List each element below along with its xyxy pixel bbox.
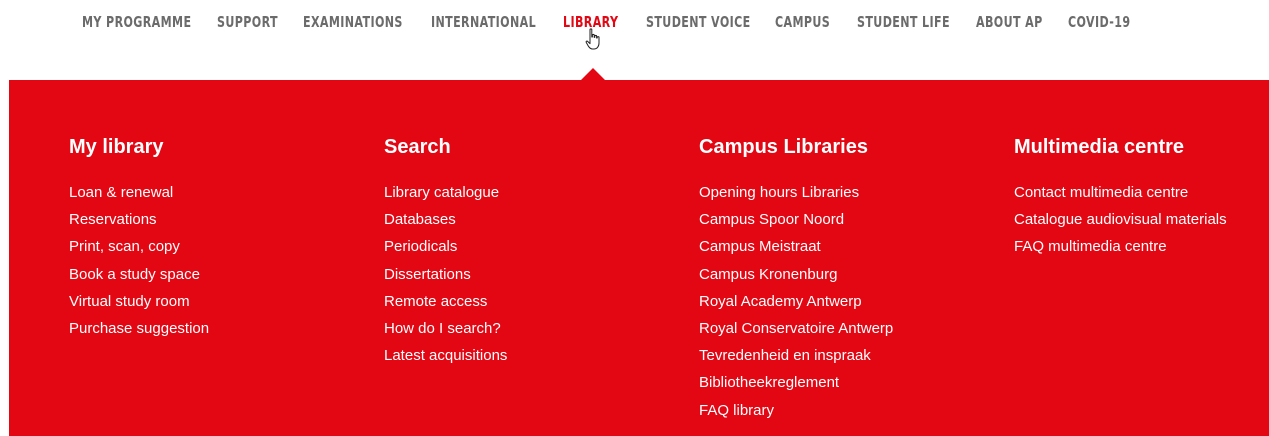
- nav-item-campus[interactable]: CAMPUS: [775, 13, 830, 31]
- menu-link[interactable]: Book a study space: [69, 261, 209, 288]
- menu-link[interactable]: Campus Meistraat: [699, 233, 893, 260]
- link-list: Library catalogue Databases Periodicals …: [384, 179, 507, 369]
- menu-link[interactable]: Campus Spoor Noord: [699, 206, 893, 233]
- nav-item-support[interactable]: SUPPORT: [217, 13, 278, 31]
- menu-link[interactable]: Royal Conservatoire Antwerp: [699, 315, 893, 342]
- menu-column-campus-libraries: Campus Libraries Opening hours Libraries…: [699, 134, 893, 424]
- menu-link[interactable]: FAQ multimedia centre: [1014, 233, 1227, 260]
- link-list: Opening hours Libraries Campus Spoor Noo…: [699, 179, 893, 424]
- main-navigation: MY PROGRAMME SUPPORT EXAMINATIONS INTERN…: [0, 0, 1269, 70]
- menu-link[interactable]: How do I search?: [384, 315, 507, 342]
- menu-link[interactable]: Catalogue audiovisual materials: [1014, 206, 1227, 233]
- nav-item-covid-19[interactable]: COVID-19: [1068, 13, 1130, 31]
- column-heading: Search: [384, 136, 451, 158]
- menu-link[interactable]: Virtual study room: [69, 288, 209, 315]
- nav-item-about-ap[interactable]: ABOUT AP: [976, 13, 1043, 31]
- menu-link[interactable]: Royal Academy Antwerp: [699, 288, 893, 315]
- link-list: Loan & renewal Reservations Print, scan,…: [69, 179, 209, 342]
- menu-column-my-library: My library Loan & renewal Reservations P…: [69, 134, 209, 342]
- hand-pointer-icon: [585, 28, 600, 50]
- column-heading: Multimedia centre: [1014, 136, 1185, 158]
- menu-link[interactable]: Opening hours Libraries: [699, 179, 893, 206]
- menu-link[interactable]: Bibliotheekreglement: [699, 369, 893, 396]
- menu-column-search: Search Library catalogue Databases Perio…: [384, 134, 507, 369]
- menu-link[interactable]: Latest acquisitions: [384, 342, 507, 369]
- menu-link[interactable]: Contact multimedia centre: [1014, 179, 1227, 206]
- nav-item-my-programme[interactable]: MY PROGRAMME: [82, 13, 191, 31]
- menu-link[interactable]: Dissertations: [384, 261, 507, 288]
- menu-link[interactable]: Periodicals: [384, 233, 507, 260]
- link-list: Contact multimedia centre Catalogue audi…: [1014, 179, 1227, 261]
- menu-link[interactable]: Library catalogue: [384, 179, 507, 206]
- column-heading: My library: [69, 136, 164, 158]
- nav-item-international[interactable]: INTERNATIONAL: [431, 13, 536, 31]
- column-heading: Campus Libraries: [699, 136, 868, 158]
- nav-item-student-life[interactable]: STUDENT LIFE: [857, 13, 950, 31]
- nav-item-student-voice[interactable]: STUDENT VOICE: [646, 13, 751, 31]
- menu-link[interactable]: Print, scan, copy: [69, 233, 209, 260]
- menu-link[interactable]: Reservations: [69, 206, 209, 233]
- menu-link[interactable]: Campus Kronenburg: [699, 261, 893, 288]
- menu-link[interactable]: Loan & renewal: [69, 179, 209, 206]
- menu-link[interactable]: Purchase suggestion: [69, 315, 209, 342]
- menu-link[interactable]: Remote access: [384, 288, 507, 315]
- menu-link[interactable]: FAQ library: [699, 397, 893, 424]
- menu-link[interactable]: Tevredenheid en inspraak: [699, 342, 893, 369]
- library-megamenu: My library Loan & renewal Reservations P…: [9, 80, 1269, 436]
- nav-item-examinations[interactable]: EXAMINATIONS: [303, 13, 403, 31]
- menu-link[interactable]: Databases: [384, 206, 507, 233]
- menu-column-multimedia-centre: Multimedia centre Contact multimedia cen…: [1014, 134, 1227, 261]
